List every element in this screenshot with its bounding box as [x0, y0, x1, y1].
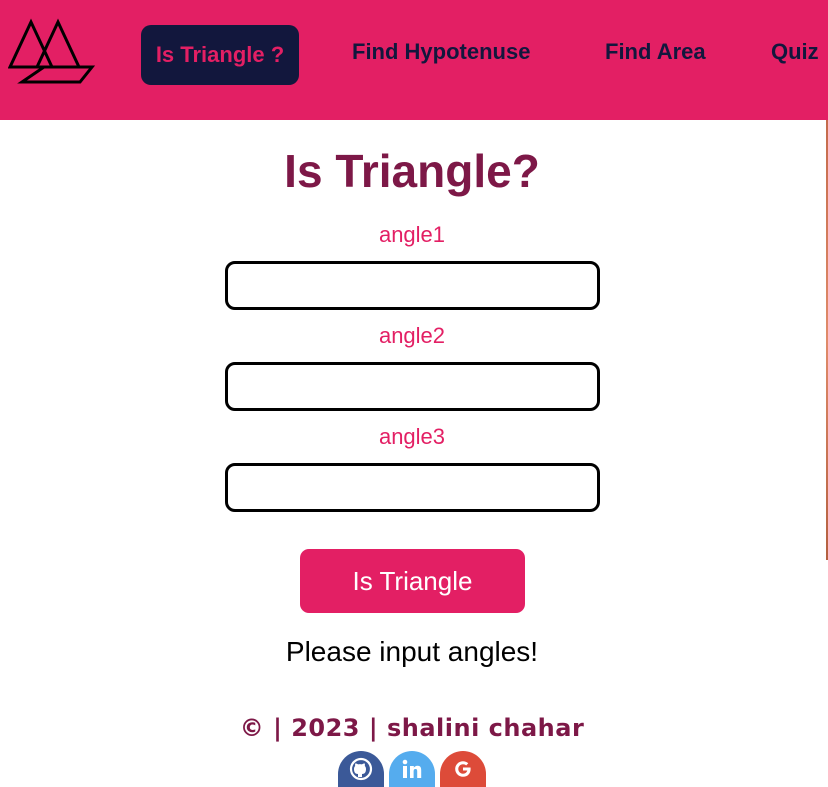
google-icon: [451, 757, 475, 786]
footer-text: © | 2023 | shalini chahar: [239, 714, 585, 742]
logo-icon[interactable]: [7, 18, 96, 91]
angle1-input[interactable]: [225, 261, 600, 310]
nav-is-triangle[interactable]: Is Triangle ?: [141, 25, 299, 85]
angle2-label: angle2: [378, 323, 446, 348]
github-icon: [349, 757, 373, 786]
nav-quiz[interactable]: Quiz: [771, 39, 819, 65]
page-title: Is Triangle?: [284, 145, 540, 197]
output-message: Please input angles!: [285, 636, 539, 667]
angle2-input[interactable]: [225, 362, 600, 411]
navbar: Is Triangle ? Find Hypotenuse Find Area …: [0, 0, 828, 120]
github-link[interactable]: [338, 751, 384, 787]
angle1-label: angle1: [378, 222, 446, 247]
angle3-label: angle3: [378, 424, 446, 449]
nav-find-area[interactable]: Find Area: [605, 39, 706, 65]
linkedin-icon: [400, 757, 424, 786]
nav-find-hypotenuse[interactable]: Find Hypotenuse: [352, 39, 530, 65]
is-triangle-button[interactable]: Is Triangle: [300, 549, 525, 613]
google-link[interactable]: [440, 751, 486, 787]
linkedin-link[interactable]: [389, 751, 435, 787]
angle3-input[interactable]: [225, 463, 600, 512]
